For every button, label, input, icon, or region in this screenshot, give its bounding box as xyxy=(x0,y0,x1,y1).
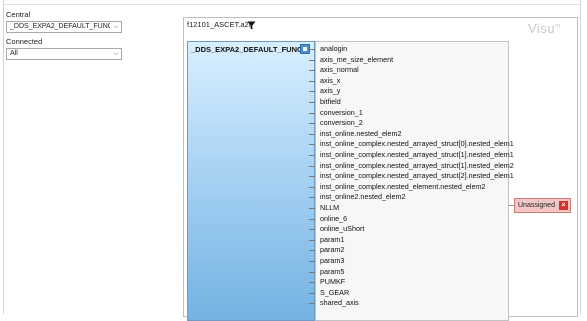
port-item[interactable]: inst_online2.nested_elem2 xyxy=(320,192,406,202)
chevron-down-icon: ⌵ xyxy=(113,51,118,57)
port-item[interactable]: inst_online_complex.nested_arrayed_struc… xyxy=(320,161,514,171)
port-pin xyxy=(309,250,315,252)
port-item[interactable]: param5 xyxy=(320,267,344,277)
port-item[interactable]: conversion_1 xyxy=(320,108,363,118)
port-item[interactable]: analogin xyxy=(320,44,347,54)
port-item[interactable]: inst_online_complex.nested_arrayed_struc… xyxy=(320,150,514,160)
central-dropdown-value: _DDS_EXPA2_DEFAULT_FUNC_ xyxy=(10,23,110,30)
port-pin xyxy=(309,144,315,146)
port-item[interactable]: axis_y xyxy=(320,86,340,96)
port-pin xyxy=(309,133,315,135)
port-pin xyxy=(309,80,315,82)
port-item[interactable]: axis_x xyxy=(320,76,340,86)
port-item[interactable]: param3 xyxy=(320,256,344,266)
port-pin xyxy=(309,208,315,209)
port-item[interactable]: axis_me_size_element xyxy=(320,55,393,65)
port-pin xyxy=(309,229,315,231)
port-pin xyxy=(309,155,315,156)
port-pin xyxy=(309,49,315,50)
port-item[interactable]: inst_online_complex.nested_arrayed_struc… xyxy=(320,171,514,181)
port-pin xyxy=(309,102,315,103)
port-item[interactable]: online_uShort xyxy=(320,224,364,234)
port-item[interactable]: PUMKF xyxy=(320,277,345,287)
port-item[interactable]: inst_online_complex.nested_element.neste… xyxy=(320,182,485,192)
visum-logo: Visum xyxy=(528,21,561,36)
connected-dropdown-value: All xyxy=(10,50,18,57)
filter-icon[interactable] xyxy=(247,21,256,30)
port-item[interactable]: online_6 xyxy=(320,214,347,224)
port-item[interactable]: bitfield xyxy=(320,97,341,107)
port-pin xyxy=(309,197,315,199)
port-pin xyxy=(309,112,315,114)
port-pin xyxy=(309,91,315,93)
connected-label: Connected xyxy=(6,37,43,46)
port-item[interactable]: axis_normal xyxy=(320,65,359,75)
port-pin xyxy=(309,176,315,178)
chevron-down-icon: ⌵ xyxy=(113,24,118,30)
component-title: _DDS_EXPA2_DEFAULT_FUNC_ xyxy=(191,45,307,54)
unassigned-box[interactable]: Unassigned × xyxy=(514,198,571,213)
connected-dropdown[interactable]: All ⌵ xyxy=(6,48,122,60)
close-icon[interactable]: × xyxy=(559,201,568,210)
port-pin xyxy=(309,59,315,61)
port-pin xyxy=(309,218,315,220)
port-item[interactable]: conversion_2 xyxy=(320,118,363,128)
port-item[interactable]: param2 xyxy=(320,245,344,255)
port-item[interactable]: inst_online_complex.nested_arrayed_struc… xyxy=(320,139,514,149)
port-item[interactable]: shared_axis xyxy=(320,298,359,308)
port-pin xyxy=(309,123,315,125)
port-pin xyxy=(309,239,315,241)
central-label: Central xyxy=(6,10,31,19)
port-pin xyxy=(309,282,315,284)
file-title: f12101_ASCET.a2l xyxy=(187,20,251,29)
port-pin xyxy=(309,292,315,294)
central-dropdown[interactable]: _DDS_EXPA2_DEFAULT_FUNC_ ⌵ xyxy=(6,21,122,33)
port-pin xyxy=(309,70,315,72)
unassigned-label: Unassigned xyxy=(518,202,555,209)
port-pin xyxy=(309,303,315,305)
port-item[interactable]: inst_online.nested_elem2 xyxy=(320,129,402,139)
port-pin xyxy=(309,186,315,188)
port-pin xyxy=(309,165,315,167)
port-pin xyxy=(309,261,315,262)
component-block[interactable] xyxy=(187,41,315,321)
port-item[interactable]: NLLM xyxy=(320,203,339,213)
port-item[interactable]: param1 xyxy=(320,235,344,245)
port-pin xyxy=(309,271,315,273)
port-item[interactable]: S_GEAR xyxy=(320,288,349,298)
